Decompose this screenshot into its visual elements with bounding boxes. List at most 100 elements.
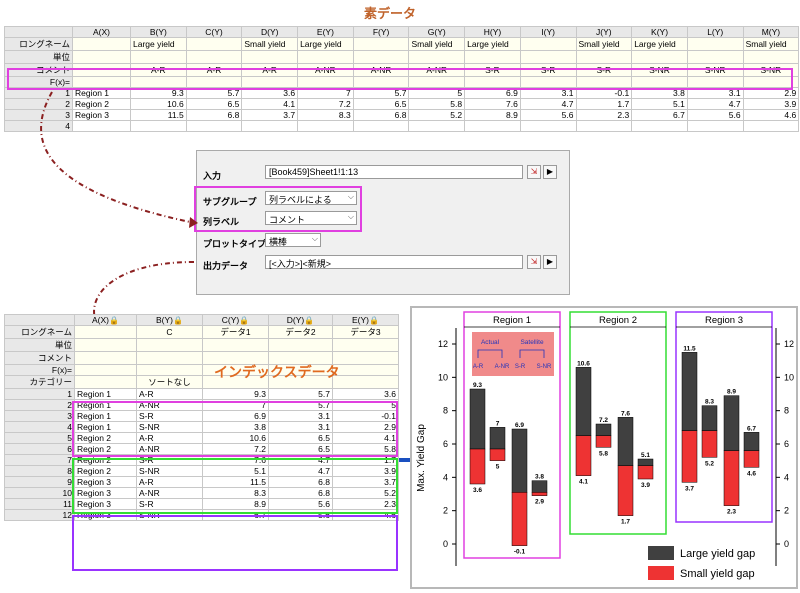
row-number[interactable]: 1 <box>4 388 75 400</box>
meta-cell[interactable] <box>332 364 399 376</box>
category-cell[interactable] <box>74 375 137 389</box>
data-cell[interactable]: S-NR <box>136 465 203 477</box>
data-cell[interactable]: 3.8 <box>202 421 269 433</box>
data-cell[interactable]: 7.6 <box>202 454 269 466</box>
row-label-header[interactable]: 単位 <box>4 338 75 352</box>
row-label-header[interactable]: ロングネーム <box>4 325 75 339</box>
data-cell[interactable]: S-NR <box>136 509 203 521</box>
data-cell[interactable]: 5 <box>332 399 399 411</box>
column-header[interactable]: D(Y) 🔒 <box>268 314 333 326</box>
meta-cell[interactable] <box>332 351 399 365</box>
data-cell[interactable]: 3.1 <box>268 421 333 433</box>
row-number[interactable]: 11 <box>4 498 75 510</box>
data-cell[interactable]: 6.9 <box>202 410 269 422</box>
category-cell[interactable]: ソートなし <box>136 375 203 389</box>
data-cell[interactable]: 3.1 <box>268 410 333 422</box>
longname-cell[interactable] <box>74 325 137 339</box>
row-number[interactable]: 12 <box>4 509 75 521</box>
meta-cell[interactable] <box>136 364 203 376</box>
row-label-header[interactable]: F(x)= <box>4 364 75 376</box>
data-cell[interactable]: 4.1 <box>332 432 399 444</box>
data-cell[interactable]: 1.7 <box>332 454 399 466</box>
data-cell[interactable]: 5.1 <box>202 465 269 477</box>
data-cell[interactable]: 2.9 <box>332 421 399 433</box>
data-cell[interactable]: Region 1 <box>74 388 137 400</box>
row-label-header[interactable]: コメント <box>4 351 75 365</box>
meta-cell[interactable] <box>202 338 269 352</box>
data-cell[interactable]: 6.7 <box>202 509 269 521</box>
data-cell[interactable]: S-R <box>136 454 203 466</box>
data-cell[interactable]: A-NR <box>136 487 203 499</box>
meta-cell[interactable] <box>136 338 203 352</box>
column-header[interactable]: E(Y) 🔒 <box>332 314 399 326</box>
data-cell[interactable]: 5.6 <box>268 509 333 521</box>
meta-cell[interactable] <box>268 338 333 352</box>
data-cell[interactable]: 4.6 <box>332 509 399 521</box>
data-cell[interactable]: 5.7 <box>268 399 333 411</box>
category-cell[interactable] <box>332 375 399 389</box>
row-number[interactable]: 4 <box>4 421 75 433</box>
row-number[interactable]: 10 <box>4 487 75 499</box>
data-cell[interactable]: Region 2 <box>74 432 137 444</box>
longname-cell[interactable]: データ2 <box>268 325 333 339</box>
data-cell[interactable]: 4.7 <box>268 465 333 477</box>
meta-cell[interactable] <box>74 364 137 376</box>
data-cell[interactable]: 5.7 <box>268 388 333 400</box>
data-cell[interactable]: -0.1 <box>332 410 399 422</box>
data-cell[interactable]: Region 3 <box>74 476 137 488</box>
data-cell[interactable]: 5.6 <box>268 498 333 510</box>
column-header[interactable]: C(Y) 🔒 <box>202 314 269 326</box>
data-cell[interactable]: 5.8 <box>332 443 399 455</box>
column-header[interactable]: A(X) 🔒 <box>74 314 137 326</box>
data-cell[interactable]: Region 3 <box>74 498 137 510</box>
data-cell[interactable]: Region 3 <box>74 509 137 521</box>
data-cell[interactable]: 3.7 <box>332 476 399 488</box>
longname-cell[interactable]: データ3 <box>332 325 399 339</box>
data-cell[interactable]: A-R <box>136 476 203 488</box>
data-cell[interactable]: S-R <box>136 498 203 510</box>
row-number[interactable]: 8 <box>4 465 75 477</box>
data-cell[interactable]: 6.8 <box>268 476 333 488</box>
data-cell[interactable]: 4.7 <box>268 454 333 466</box>
data-cell[interactable]: A-NR <box>136 443 203 455</box>
data-cell[interactable]: 2.3 <box>332 498 399 510</box>
data-cell[interactable]: A-NR <box>136 399 203 411</box>
data-cell[interactable]: 10.6 <box>202 432 269 444</box>
data-cell[interactable]: 3.6 <box>332 388 399 400</box>
longname-cell[interactable]: C <box>136 325 203 339</box>
data-cell[interactable]: Region 2 <box>74 454 137 466</box>
data-cell[interactable]: 9.3 <box>202 388 269 400</box>
longname-cell[interactable]: データ1 <box>202 325 269 339</box>
data-cell[interactable]: A-R <box>136 432 203 444</box>
row-number[interactable]: 3 <box>4 410 75 422</box>
row-number[interactable]: 6 <box>4 443 75 455</box>
data-cell[interactable]: 8.3 <box>202 487 269 499</box>
data-cell[interactable]: Region 1 <box>74 421 137 433</box>
corner-cell[interactable] <box>4 314 75 326</box>
data-cell[interactable]: Region 3 <box>74 487 137 499</box>
meta-cell[interactable] <box>332 338 399 352</box>
data-cell[interactable]: 6.5 <box>268 443 333 455</box>
row-number[interactable]: 7 <box>4 454 75 466</box>
meta-cell[interactable] <box>74 338 137 352</box>
row-label-header[interactable]: カテゴリー <box>4 375 75 389</box>
data-cell[interactable]: 6.5 <box>268 432 333 444</box>
data-cell[interactable]: 3.9 <box>332 465 399 477</box>
data-cell[interactable]: 6.8 <box>268 487 333 499</box>
data-cell[interactable]: 7.2 <box>202 443 269 455</box>
data-cell[interactable]: S-NR <box>136 421 203 433</box>
data-cell[interactable]: Region 1 <box>74 410 137 422</box>
data-cell[interactable]: 11.5 <box>202 476 269 488</box>
meta-cell[interactable] <box>136 351 203 365</box>
data-cell[interactable]: S-R <box>136 410 203 422</box>
data-cell[interactable]: A-R <box>136 388 203 400</box>
data-cell[interactable]: 5.2 <box>332 487 399 499</box>
column-header[interactable]: B(Y) 🔒 <box>136 314 203 326</box>
row-number[interactable]: 9 <box>4 476 75 488</box>
data-cell[interactable]: Region 2 <box>74 443 137 455</box>
meta-cell[interactable] <box>74 351 137 365</box>
row-number[interactable]: 2 <box>4 399 75 411</box>
data-cell[interactable]: 8.9 <box>202 498 269 510</box>
row-number[interactable]: 5 <box>4 432 75 444</box>
data-cell[interactable]: Region 1 <box>74 399 137 411</box>
